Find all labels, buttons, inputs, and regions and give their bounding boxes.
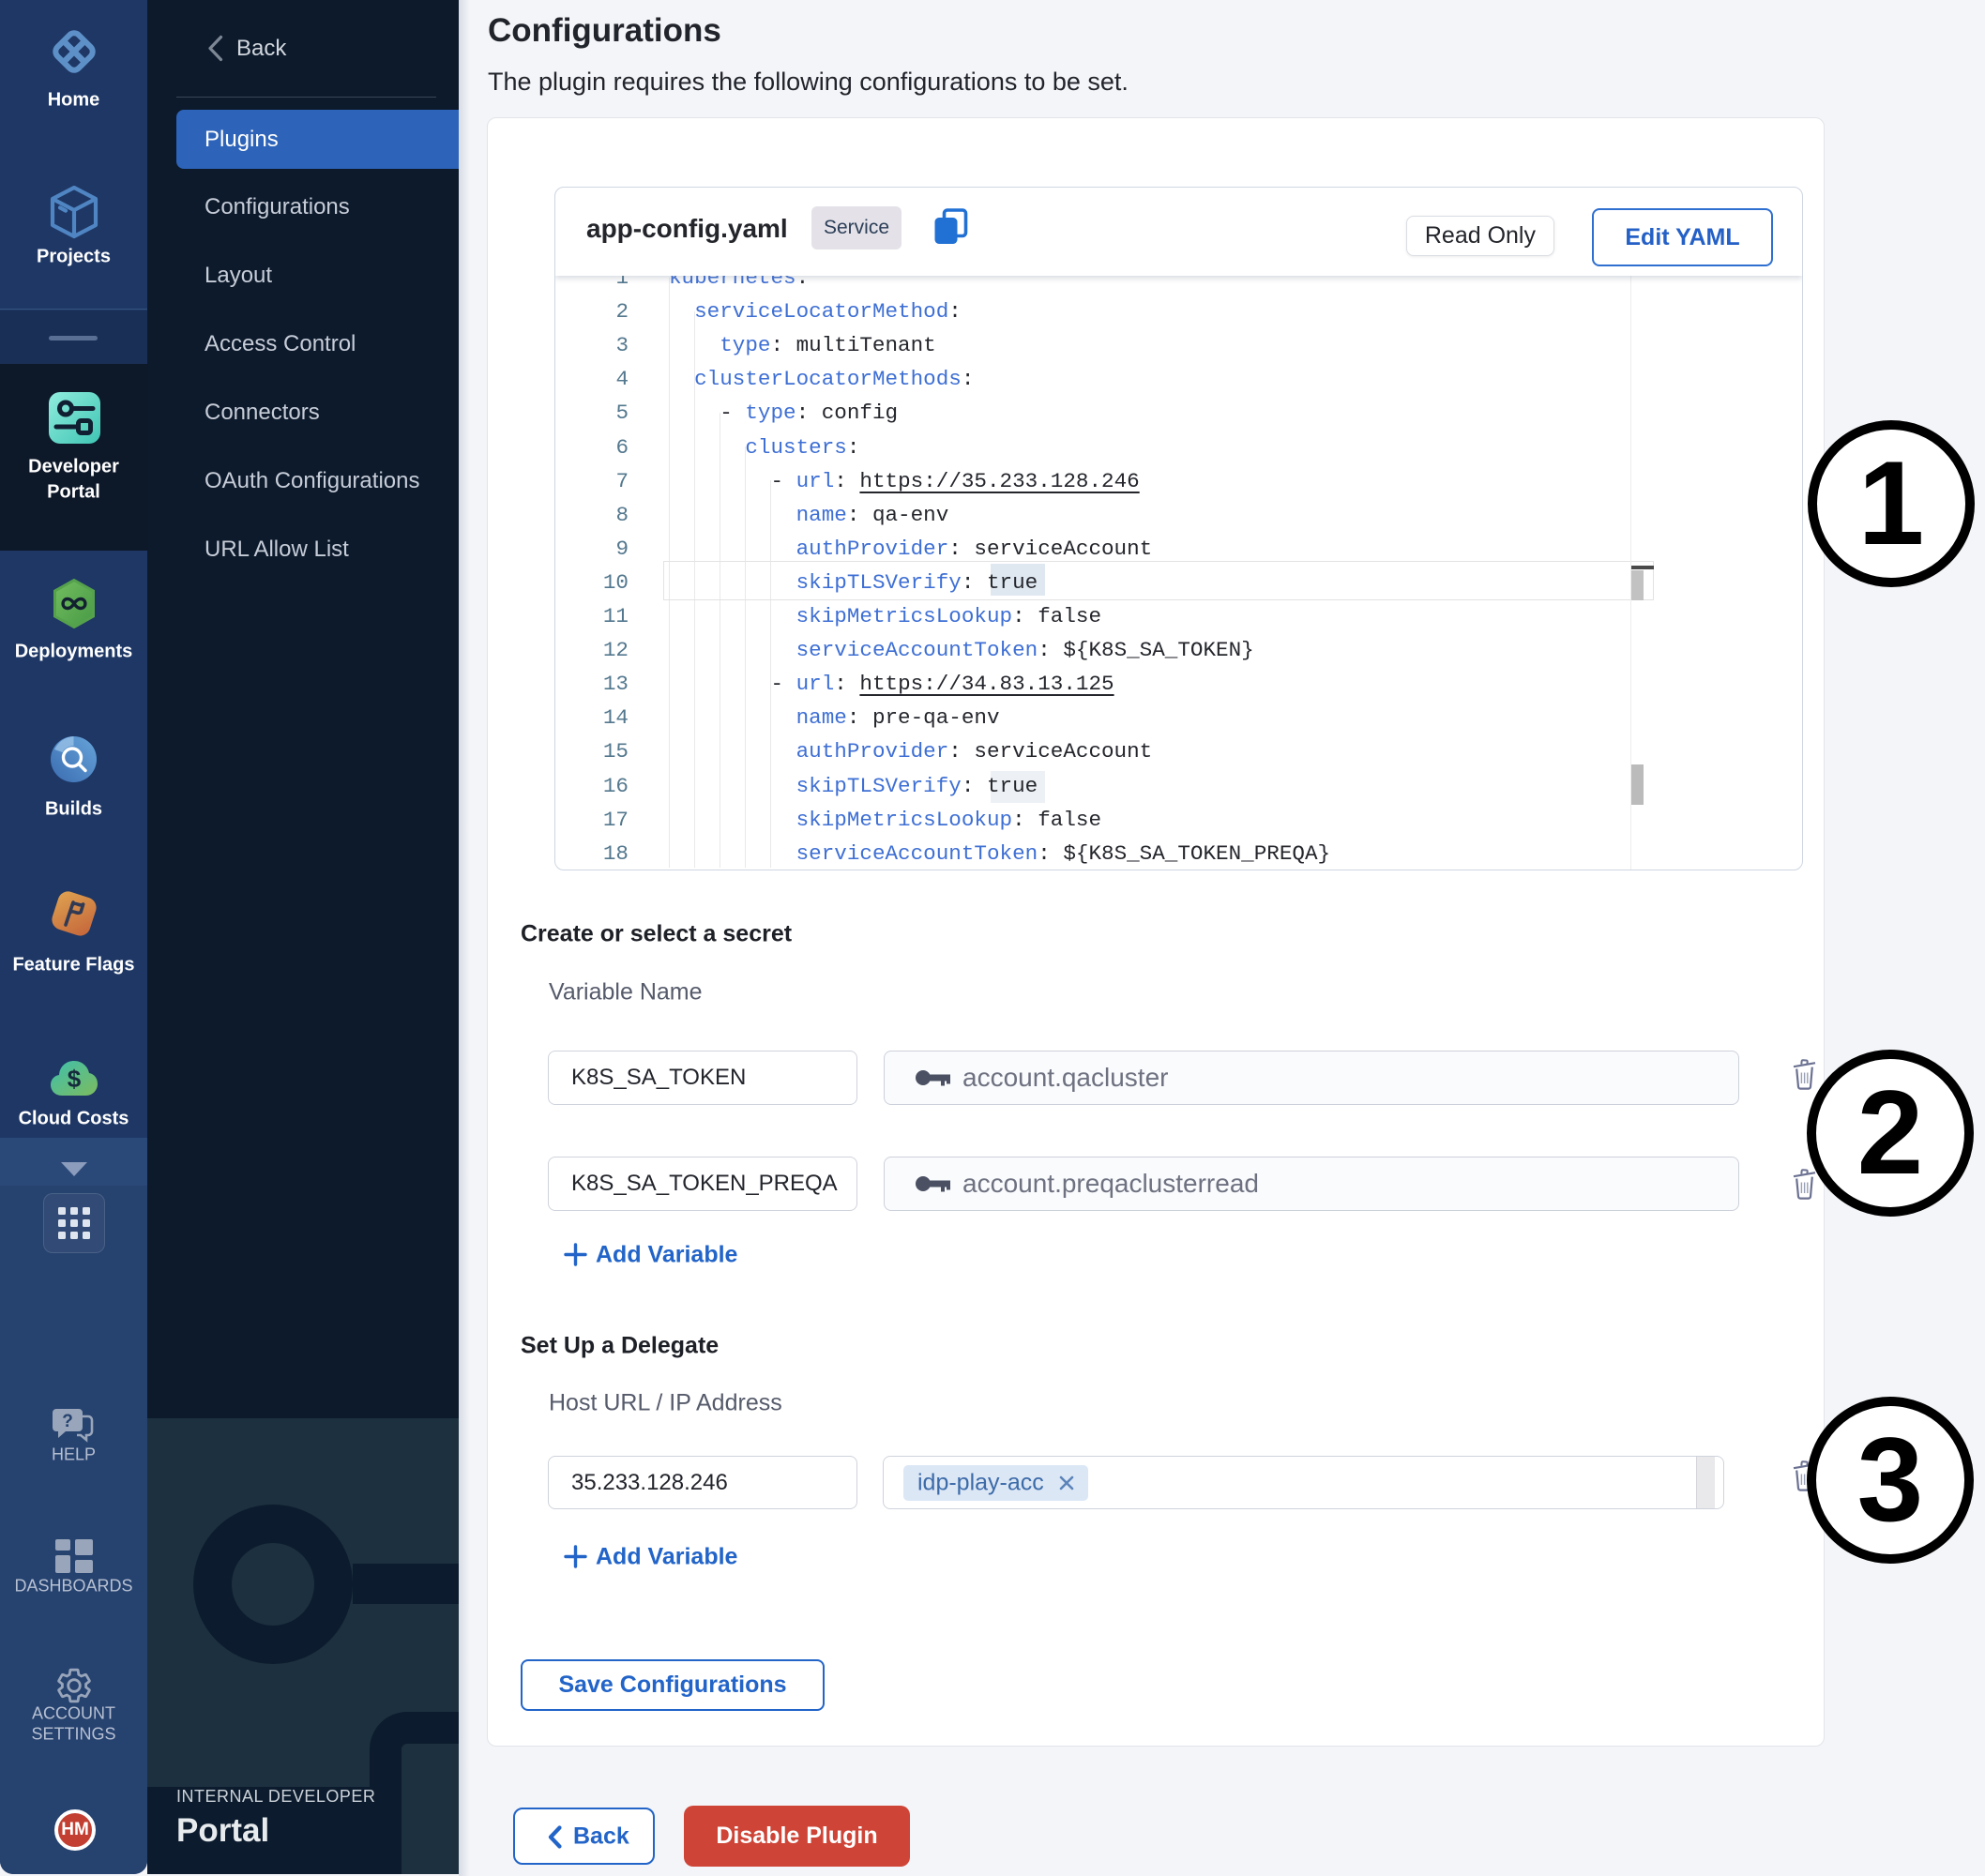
svg-text:?: ?: [62, 1412, 73, 1431]
svg-text:$: $: [68, 1065, 82, 1093]
